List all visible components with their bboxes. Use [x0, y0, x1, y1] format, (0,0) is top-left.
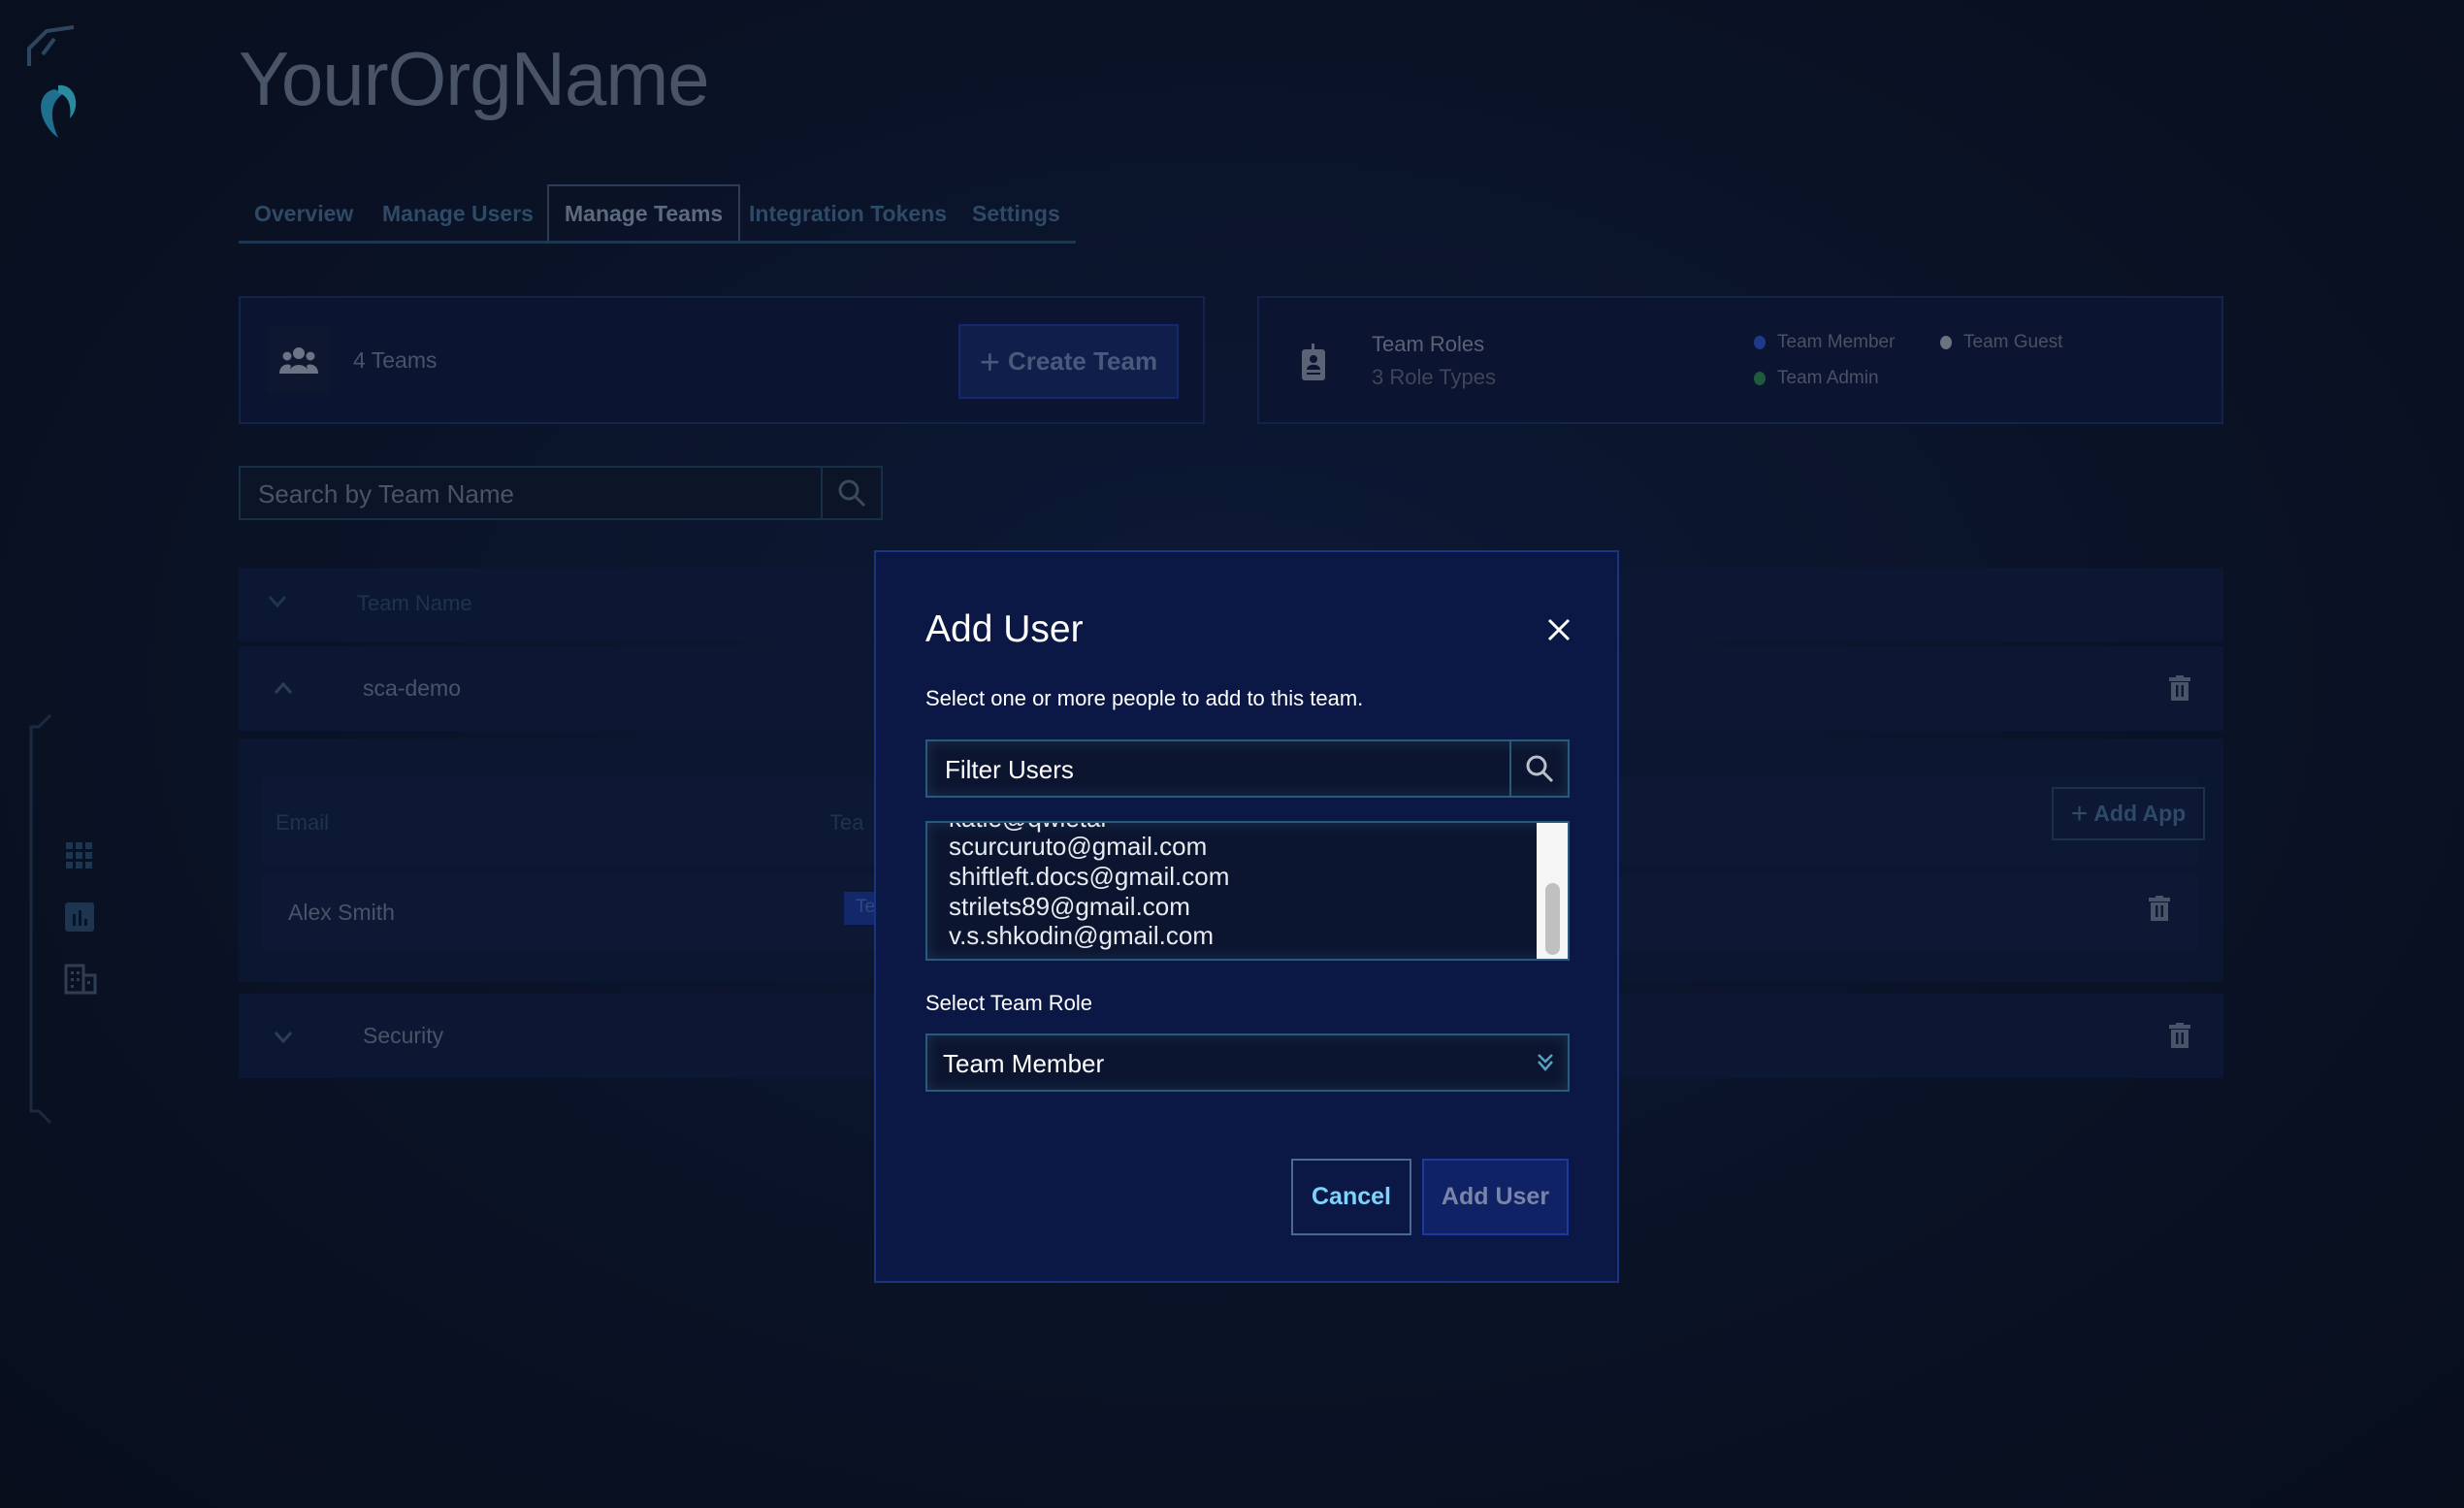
page-title: YourOrgName	[239, 36, 710, 121]
legend-label: Team Admin	[1777, 368, 1879, 388]
team-role-header: Tea	[829, 810, 864, 835]
add-user-button[interactable]: Add User	[1422, 1159, 1569, 1235]
filter-users-field: Filter Users	[925, 739, 1570, 798]
filter-users-input[interactable]: Filter Users	[945, 755, 1074, 785]
app-logo-icon[interactable]	[25, 25, 80, 142]
legend-dot	[1940, 336, 1952, 349]
chevron-down-icon[interactable]	[274, 1031, 293, 1044]
chevron-down-icon[interactable]	[268, 595, 287, 608]
create-team-label: Create Team	[1007, 346, 1158, 376]
search-icon	[1526, 755, 1554, 783]
legend-label: Team Guest	[1963, 332, 2063, 352]
roles-subtitle: 3 Role Types	[1372, 365, 1497, 389]
building-icon[interactable]	[64, 964, 97, 995]
team-name: sca-demo	[363, 675, 461, 701]
roles-title: Team Roles	[1372, 332, 1485, 356]
users-listbox[interactable]: katie@qwietai scurcuruto@gmail.com shift…	[925, 821, 1570, 961]
user-option[interactable]: scurcuruto@gmail.com	[949, 832, 1207, 862]
bar-chart-icon[interactable]	[65, 902, 94, 932]
legend-team-admin: Team Admin	[1754, 368, 1879, 389]
role-label: Select Team Role	[925, 991, 1093, 1015]
trash-icon[interactable]	[2169, 1023, 2190, 1050]
sidebar-bracket	[29, 713, 52, 1125]
team-roles-card	[1257, 296, 2223, 424]
member-name: Alex Smith	[288, 900, 395, 925]
role-selected-value: Team Member	[943, 1049, 1105, 1078]
modal-description: Select one or more people to add to this…	[925, 686, 1364, 710]
legend-dot	[1754, 336, 1766, 349]
close-icon[interactable]	[1547, 618, 1571, 641]
plus-icon: +	[979, 341, 1000, 381]
team-search-input[interactable]: Search by Team Name	[258, 479, 514, 509]
teams-icon-box	[267, 327, 330, 393]
create-team-button[interactable]: + Create Team	[958, 324, 1179, 399]
plus-icon: +	[2070, 797, 2089, 830]
user-option[interactable]: shiftleft.docs@gmail.com	[949, 862, 1229, 892]
tab-settings[interactable]: Settings	[956, 199, 1076, 244]
team-name-header: Team Name	[357, 591, 472, 615]
team-name: Security	[363, 1023, 444, 1048]
legend-team-member: Team Member	[1754, 332, 1895, 353]
search-button[interactable]	[821, 468, 881, 518]
scrollbar-track[interactable]	[1537, 823, 1568, 959]
scrollbar-thumb[interactable]	[1545, 883, 1560, 955]
people-icon	[278, 347, 318, 374]
search-icon	[838, 479, 866, 508]
filter-search-button[interactable]	[1509, 741, 1568, 796]
trash-icon[interactable]	[2149, 896, 2170, 923]
add-user-modal: Add User Select one or more people to ad…	[874, 550, 1619, 1283]
add-app-button[interactable]: + Add App	[2052, 787, 2205, 840]
id-badge-icon	[1302, 344, 1325, 380]
tab-manage-users[interactable]: Manage Users	[367, 199, 549, 244]
legend-team-guest: Team Guest	[1940, 332, 2062, 353]
cancel-button[interactable]: Cancel	[1291, 1159, 1411, 1235]
double-chevron-down-icon	[1538, 1054, 1553, 1071]
tab-integration-tokens[interactable]: Integration Tokens	[733, 199, 963, 244]
user-option[interactable]: strilets89@gmail.com	[949, 892, 1190, 922]
user-option[interactable]: v.s.shkodin@gmail.com	[949, 921, 1214, 951]
legend-dot	[1754, 372, 1766, 385]
modal-title: Add User	[925, 608, 1084, 650]
trash-icon[interactable]	[2169, 675, 2190, 703]
teams-count: 4 Teams	[353, 347, 438, 373]
tab-overview[interactable]: Overview	[239, 199, 370, 244]
email-header: Email	[276, 810, 330, 835]
apps-grid-icon[interactable]	[66, 842, 93, 869]
tab-manage-teams[interactable]: Manage Teams	[547, 184, 741, 244]
team-role-select[interactable]: Team Member	[925, 1033, 1570, 1092]
add-app-label: Add App	[2093, 801, 2187, 826]
team-search: Search by Team Name	[239, 466, 883, 520]
legend-label: Team Member	[1777, 332, 1896, 352]
chevron-up-icon[interactable]	[274, 681, 293, 695]
